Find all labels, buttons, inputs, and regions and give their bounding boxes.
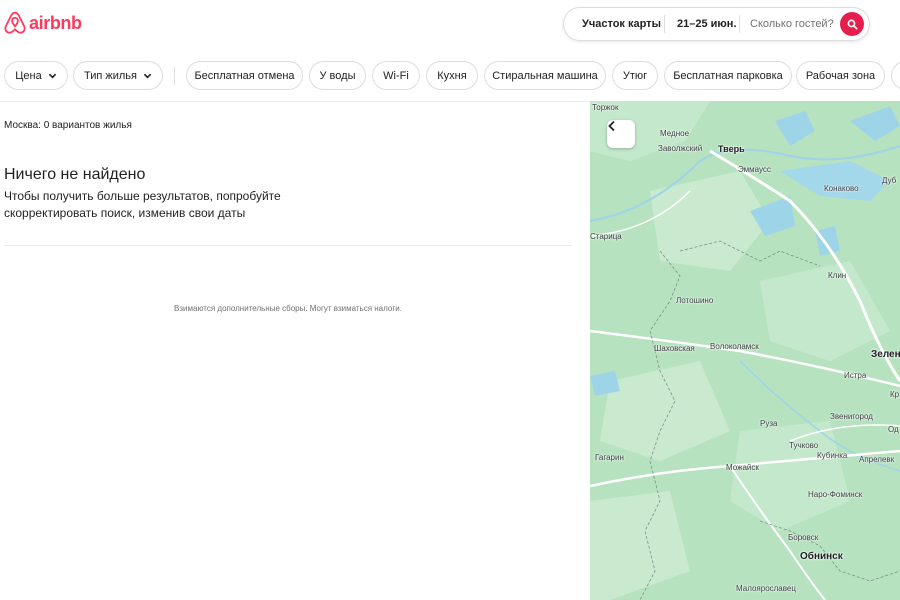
map-label-zvenigorod: Звенигород (830, 412, 873, 421)
chevron-down-icon (48, 73, 56, 79)
brand-name: airbnb (29, 12, 82, 33)
map-label-torzhok: Торжок (592, 103, 619, 112)
search-guests[interactable]: Сколько гостей? (739, 15, 839, 33)
map-label-maloyaroslavets: Малоярославец (736, 584, 796, 593)
map-label-volokolamsk: Волоколамск (710, 342, 759, 351)
type-filter-label: Тип жилья (83, 69, 137, 82)
results-count: Москва: 0 вариантов жилья (4, 120, 132, 131)
price-filter-button[interactable]: Цена (4, 61, 68, 90)
search-button[interactable] (840, 12, 864, 36)
map-label-lotoshino: Лотошино (676, 296, 714, 305)
chip-waterfront[interactable]: У воды (309, 61, 366, 90)
search-dates[interactable]: 21–25 июн. (664, 15, 739, 33)
results-divider (4, 245, 572, 246)
fees-note: Взимаются дополнительные сборы. Могут вз… (174, 304, 402, 313)
map-label-ruza: Руза (760, 419, 778, 428)
chip-wifi[interactable]: Wi-Fi (372, 61, 420, 90)
search-icon (847, 19, 857, 29)
chip-workspace[interactable]: Рабочая зона (796, 61, 885, 90)
header: airbnb Участок карты 21–25 июн. Сколько … (0, 0, 900, 50)
type-filter-button[interactable]: Тип жилья (73, 61, 163, 90)
map-label-obninsk: Обнинск (800, 551, 843, 562)
map-label-zavolzhsky: Заволжский (658, 144, 703, 153)
map-label-aprelevka: Апрелевк (859, 455, 895, 464)
filter-bar: Цена Тип жилья Бесплатная отмена У воды … (0, 61, 900, 91)
airbnb-logo-icon (4, 11, 26, 34)
chip-free-cancellation[interactable]: Бесплатная отмена (186, 61, 303, 90)
map-label-tver: Тверь (718, 144, 745, 154)
chip-iron[interactable]: Утюг (612, 61, 658, 90)
map[interactable]: Торжок Медное Заволжский Тверь Эммаусс К… (590, 101, 900, 600)
map-label-borovsk: Боровск (788, 533, 819, 542)
filter-separator (174, 67, 175, 85)
map-label-kr: Кр (890, 390, 900, 399)
map-label-mednoe: Медное (660, 129, 690, 138)
chip-washer[interactable]: Стиральная машина (484, 61, 606, 90)
empty-state-title: Ничего не найдено (4, 166, 146, 183)
chevron-down-icon (143, 73, 152, 79)
collapse-map-button[interactable] (607, 120, 635, 148)
empty-state-text: Чтобы получить больше результатов, попро… (4, 189, 281, 220)
map-label-kubinka: Кубинка (817, 451, 848, 460)
map-label-istra: Истра (844, 371, 867, 380)
map-label-tuchkovo: Тучково (789, 441, 819, 450)
chevron-left-icon (608, 120, 615, 132)
map-label-dubna: Дуб (882, 176, 897, 185)
search-area[interactable]: Участок карты (564, 18, 664, 30)
chip-kitchen[interactable]: Кухня (426, 61, 478, 90)
map-label-mozhaysk: Можайск (726, 463, 759, 472)
chip-more[interactable] (891, 61, 900, 90)
map-label-staritsa: Старица (590, 232, 622, 241)
map-label-zelenograd: Зелен (871, 349, 900, 360)
map-label-klin: Клин (828, 271, 847, 280)
map-label-emmauss: Эммаусс (738, 165, 771, 174)
price-filter-label: Цена (15, 69, 42, 82)
map-label-konakovo: Конаково (824, 184, 859, 193)
airbnb-logo[interactable]: airbnb (4, 11, 82, 35)
map-label-od: Од (888, 425, 899, 434)
map-label-gagarin: Гагарин (595, 453, 624, 462)
search-bar[interactable]: Участок карты 21–25 июн. Сколько гостей? (563, 7, 870, 41)
chip-free-parking[interactable]: Бесплатная парковка (664, 61, 792, 90)
map-label-shakhovskaya: Шаховская (654, 344, 695, 353)
map-label-naro-fominsk: Наро-Фоминск (808, 490, 863, 499)
